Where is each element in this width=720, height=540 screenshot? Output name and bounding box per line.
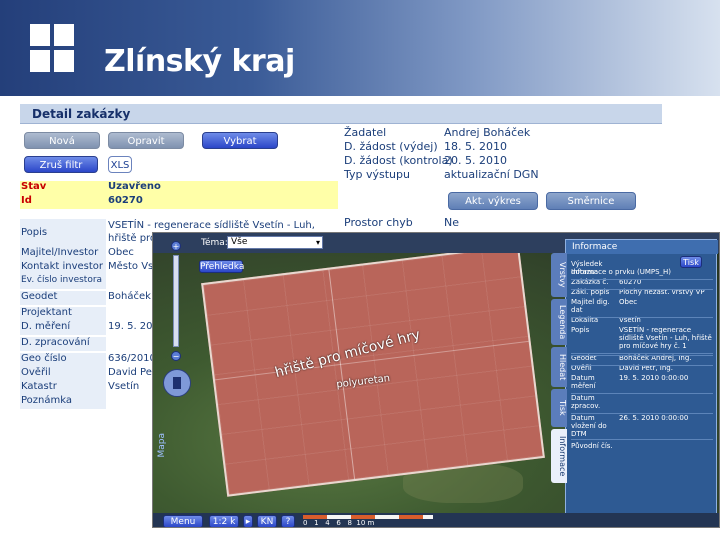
- zlin-logo-icon: [30, 24, 74, 74]
- current-drawing-button[interactable]: Akt. výkres: [448, 192, 538, 210]
- field-row: Id 60270: [20, 194, 338, 209]
- issue-date-label: D. žádost (výdej): [344, 140, 438, 153]
- pan-center-icon: [173, 377, 181, 389]
- issue-date-value: 18. 5. 2010: [444, 140, 507, 153]
- chevron-down-icon: ▾: [315, 238, 320, 247]
- error-area-label: Prostor chyb: [344, 216, 413, 229]
- scale-text-icon: Mapa: [157, 433, 167, 458]
- info-row: Datum měření 19. 5. 2010 0:00:00: [571, 374, 713, 394]
- tab-print[interactable]: Tisk: [551, 389, 567, 427]
- pan-control-icon[interactable]: [163, 369, 191, 397]
- guideline-button[interactable]: Směrnice: [546, 192, 636, 210]
- zoom-in-icon[interactable]: +: [171, 241, 181, 251]
- map-viewer[interactable]: hřiště pro míčové hry polyuretan Téma: V…: [152, 232, 720, 528]
- header-banner: Zlínský kraj: [0, 0, 720, 96]
- panel-header: Detail zakázky: [20, 104, 662, 124]
- xls-export-button[interactable]: XLS: [108, 156, 132, 173]
- theme-select[interactable]: Vše ▾: [227, 236, 323, 249]
- error-area-value: Ne: [444, 216, 459, 229]
- info-row: Výsledek dotazu: Informace o prvku (UMPS_…: [571, 260, 672, 276]
- zoom-slider[interactable]: [173, 255, 179, 347]
- output-type-value: aktualizační DGN: [444, 168, 539, 181]
- field-grid: [203, 246, 543, 495]
- info-row: Popis VSETÍN - regenerace sídliště Vsetín…: [571, 326, 713, 354]
- info-row: Datum zpracov.: [571, 394, 713, 414]
- check-date-value: 20. 5. 2010: [444, 154, 507, 167]
- check-date-label: D. žádost (kontrola): [344, 154, 453, 167]
- info-panel-title: Informace: [566, 240, 718, 254]
- tab-information[interactable]: Informace: [551, 429, 567, 483]
- overview-button[interactable]: Přehledka: [199, 260, 244, 273]
- panel-title: Detail zakázky: [32, 107, 131, 121]
- map-statusbar: Menu 1:2 k ▸ KN ? 0 1 4 6 8 10 m: [153, 513, 719, 527]
- theme-label: Téma:: [201, 238, 228, 248]
- new-button[interactable]: Nová: [24, 132, 100, 149]
- info-row: Datum vložení do DTM 26. 5. 2010 0:00:00: [571, 414, 713, 440]
- tab-search[interactable]: Hledat: [551, 347, 567, 387]
- scale-button[interactable]: 1:2 k: [209, 515, 239, 527]
- edit-button[interactable]: Opravit: [108, 132, 184, 149]
- applicant-label: Žadatel: [344, 126, 387, 139]
- zoom-out-icon[interactable]: −: [171, 351, 181, 361]
- sports-field: hřiště pro míčové hry polyuretan: [201, 244, 545, 497]
- tab-layers[interactable]: Vrstvy: [551, 253, 567, 297]
- kn-button[interactable]: KN: [257, 515, 277, 527]
- tab-legend[interactable]: Legenda: [551, 299, 567, 345]
- theme-select-value: Vše: [231, 237, 248, 247]
- info-row: Majitel dig. dat Obec: [571, 298, 713, 318]
- scale-bar-labels: 0 1 4 6 8 10 m: [303, 519, 375, 527]
- info-panel: Informace Tisk Výsledek dotazu: Informace…: [565, 239, 718, 515]
- field-row: Stav Uzavřeno: [20, 180, 338, 195]
- clear-filter-button[interactable]: Zruš filtr: [24, 156, 98, 173]
- menu-button[interactable]: Menu: [163, 515, 203, 527]
- brand-title: Zlínský kraj: [104, 44, 295, 79]
- select-button[interactable]: Vybrat: [202, 132, 278, 149]
- output-type-label: Typ výstupu: [344, 168, 410, 181]
- next-icon[interactable]: ▸: [243, 515, 253, 527]
- applicant-value: Andrej Boháček: [444, 126, 531, 139]
- help-button[interactable]: ?: [281, 515, 295, 527]
